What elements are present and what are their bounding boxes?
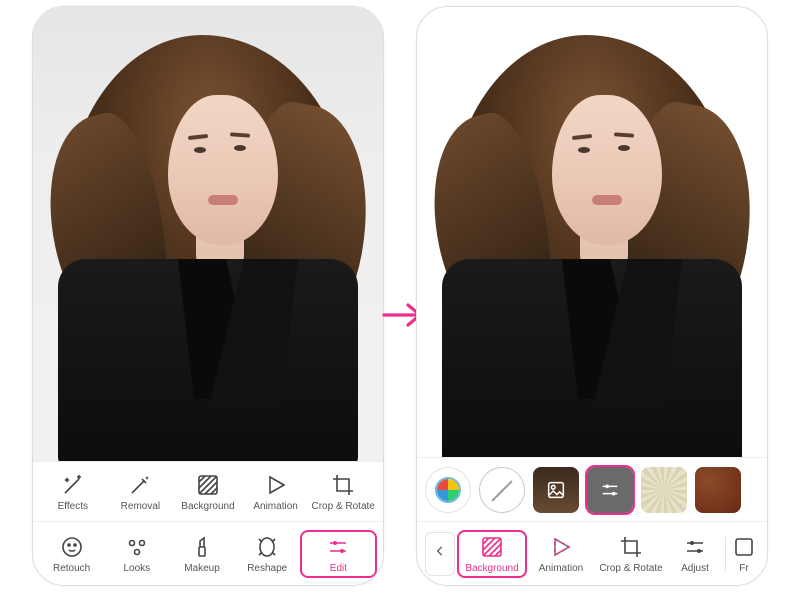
phone-before: Effects Removal Background Animation Cro… [32, 6, 384, 586]
tool-background[interactable]: Background [174, 470, 242, 514]
tool-label: Animation [253, 501, 297, 512]
edit-tools-row: Background Animation Crop & Rotate Adjus… [417, 521, 767, 585]
tool-effects[interactable]: Effects [39, 470, 107, 514]
lipstick-icon [189, 534, 215, 560]
hatch-square-icon [479, 534, 505, 560]
tool-label: Effects [58, 501, 88, 512]
back-button[interactable] [425, 532, 455, 576]
bg-none-button[interactable] [479, 467, 525, 513]
tool-frame-partial[interactable]: Fr [730, 532, 758, 576]
main-tabs-row: Retouch Looks Makeup Reshape Edit [33, 521, 383, 585]
tab-edit[interactable]: Edit [300, 530, 377, 578]
crop-icon [330, 472, 356, 498]
tab-makeup[interactable]: Makeup [169, 532, 234, 576]
play-triangle-icon [263, 472, 289, 498]
tool-adjust[interactable]: Adjust [669, 532, 721, 576]
tab-retouch[interactable]: Retouch [39, 532, 104, 576]
bg-store-button[interactable] [425, 467, 471, 513]
bg-original-thumb[interactable] [533, 467, 579, 513]
image-icon [545, 479, 567, 501]
photo-canvas-after[interactable] [417, 7, 767, 457]
bg-texture-2-thumb[interactable] [695, 467, 741, 513]
tab-label: Retouch [53, 563, 90, 574]
tool-animation[interactable]: Animation [242, 470, 310, 514]
sliders-icon [599, 479, 621, 501]
sliders-icon [325, 534, 351, 560]
edit-tools-row: Effects Removal Background Animation Cro… [33, 461, 383, 521]
tab-label: Reshape [247, 563, 287, 574]
tool-crop-rotate[interactable]: Crop & Rotate [309, 470, 377, 514]
dots-icon [124, 534, 150, 560]
face-icon [59, 534, 85, 560]
play-color-icon [548, 534, 574, 560]
toolbar-divider [725, 537, 726, 571]
chevron-left-icon [433, 544, 447, 563]
crop-icon [618, 534, 644, 560]
sliders-icon [682, 534, 708, 560]
tool-removal[interactable]: Removal [107, 470, 175, 514]
tab-reshape[interactable]: Reshape [235, 532, 300, 576]
photo-canvas-before[interactable] [33, 7, 383, 461]
tab-label: Looks [123, 563, 150, 574]
phone-after: Background Animation Crop & Rotate Adjus… [416, 6, 768, 586]
reshape-icon [254, 534, 280, 560]
eraser-wand-icon [127, 472, 153, 498]
tool-label: Removal [121, 501, 160, 512]
tool-label: Background [465, 563, 518, 574]
tool-label: Animation [539, 563, 583, 574]
tool-background[interactable]: Background [457, 530, 527, 578]
tool-label: Crop & Rotate [599, 563, 662, 574]
tab-label: Edit [330, 563, 347, 574]
tool-label: Fr [739, 563, 748, 574]
tool-crop-rotate[interactable]: Crop & Rotate [595, 532, 667, 576]
bg-adjust-thumb[interactable] [587, 467, 633, 513]
portrait-subject [432, 35, 752, 457]
bg-texture-1-thumb[interactable] [641, 467, 687, 513]
tool-label: Adjust [681, 563, 709, 574]
background-options-row [417, 457, 767, 521]
tab-looks[interactable]: Looks [104, 532, 169, 576]
tool-label: Crop & Rotate [311, 501, 374, 512]
frame-icon [731, 534, 757, 560]
portrait-subject [48, 35, 368, 461]
tool-label: Background [181, 501, 234, 512]
tab-label: Makeup [184, 563, 220, 574]
hatch-square-icon [195, 472, 221, 498]
sparkle-wand-icon [60, 472, 86, 498]
tool-animation[interactable]: Animation [529, 532, 593, 576]
store-icon [435, 477, 461, 503]
